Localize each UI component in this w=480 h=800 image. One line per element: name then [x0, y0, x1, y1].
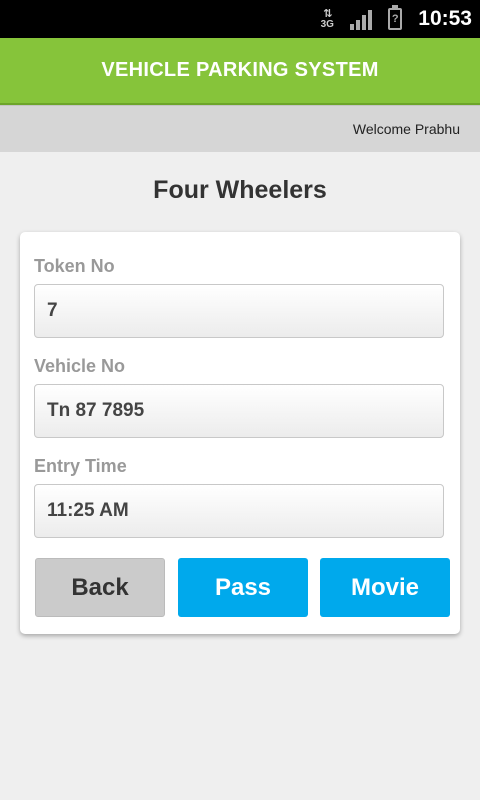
token-no-field[interactable]: 7 [34, 284, 444, 338]
status-icons: ⇅ 3G ? 10:53 [316, 0, 472, 38]
page-title: Four Wheelers [153, 176, 327, 204]
pass-button[interactable]: Pass [178, 558, 308, 617]
status-bar: ⇅ 3G ? 10:53 [0, 0, 480, 38]
app-title: VEHICLE PARKING SYSTEM [101, 59, 379, 81]
app-header: VEHICLE PARKING SYSTEM [0, 38, 480, 105]
data-arrows-icon: ⇅ [323, 7, 332, 20]
entry-time-label: Entry Time [34, 456, 127, 476]
entry-time-field[interactable]: 11:25 AM [34, 484, 444, 538]
back-button[interactable]: Back [35, 558, 165, 617]
status-clock: 10:53 [418, 7, 472, 30]
battery-unknown-glyph: ? [391, 13, 399, 25]
signal-strength-icon [350, 8, 374, 30]
network-3g-icon: ⇅ 3G [316, 6, 338, 32]
movie-button[interactable]: Movie [320, 558, 450, 617]
battery-icon: ? [388, 5, 403, 30]
token-no-label: Token No [34, 256, 115, 276]
welcome-text: Welcome Prabhu [352, 121, 460, 137]
network-type-label: 3G [320, 18, 334, 30]
form-card: Token No 7 Vehicle No Tn 87 7895 Entry T… [20, 232, 460, 634]
vehicle-no-field[interactable]: Tn 87 7895 [34, 384, 444, 438]
vehicle-no-label: Vehicle No [34, 356, 126, 376]
welcome-bar: Welcome Prabhu [0, 105, 480, 152]
